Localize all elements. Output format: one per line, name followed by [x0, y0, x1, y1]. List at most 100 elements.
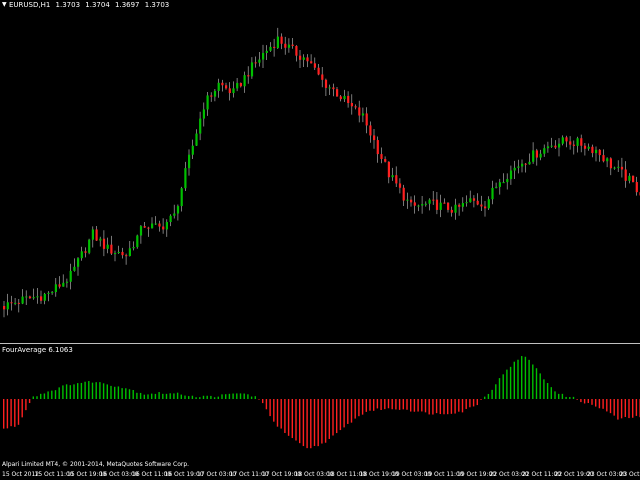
histogram-bar	[151, 393, 153, 399]
histogram-bar	[202, 395, 205, 399]
histogram-bar	[106, 384, 108, 399]
histogram-bar	[232, 393, 234, 399]
histogram-bar	[324, 399, 327, 443]
histogram-bar	[43, 393, 46, 399]
histogram-bar	[269, 399, 271, 417]
histogram-bar	[424, 399, 427, 413]
histogram-bar	[391, 399, 393, 410]
histogram-bar	[243, 393, 245, 399]
histogram-bar	[258, 399, 260, 400]
histogram-bar	[310, 399, 312, 449]
histogram-bar	[521, 356, 523, 399]
histogram-bar	[347, 399, 349, 424]
histogram-bar	[620, 399, 623, 419]
histogram-bar	[73, 384, 75, 399]
histogram-bar	[535, 368, 538, 399]
histogram-bar	[184, 395, 186, 399]
histogram-bar	[332, 399, 334, 436]
histogram-bar	[125, 388, 127, 399]
histogram-bar	[406, 399, 408, 410]
histogram-bar	[180, 394, 182, 399]
histogram-bar	[498, 378, 501, 399]
histogram-bar	[80, 382, 83, 399]
histogram-bar	[580, 399, 582, 403]
histogram-bar	[339, 399, 342, 431]
histogram-bar	[350, 399, 353, 423]
histogram-bar	[36, 396, 38, 399]
histogram-bar	[114, 386, 116, 399]
histogram-bar	[287, 399, 290, 436]
histogram-bar	[398, 399, 401, 410]
histogram-bar	[28, 399, 31, 404]
histogram-bar	[395, 399, 397, 410]
histogram-bar	[569, 397, 571, 399]
histogram-bar	[472, 399, 475, 407]
histogram-bar	[373, 399, 375, 411]
histogram-bar	[380, 399, 382, 410]
histogram-bar	[317, 399, 319, 447]
histogram-bar	[284, 399, 286, 433]
histogram-bar	[565, 396, 567, 399]
histogram-bar	[306, 399, 308, 449]
histogram-bar	[239, 393, 242, 399]
histogram-bar	[561, 393, 564, 399]
histogram-bar	[99, 382, 101, 399]
histogram-bar	[265, 399, 268, 410]
histogram-bar	[147, 394, 149, 399]
histogram-bar	[376, 399, 379, 409]
histogram-bar	[487, 393, 490, 399]
histogram-bar	[206, 395, 208, 399]
histogram-bar	[583, 399, 586, 404]
histogram-bar	[295, 399, 297, 441]
histogram-bar	[110, 385, 112, 399]
histogram-bar	[3, 399, 5, 429]
histogram-bar	[354, 399, 356, 419]
histogram-bar	[491, 389, 493, 399]
histogram-bar	[480, 399, 482, 400]
histogram-bar	[313, 399, 316, 446]
histogram-bar	[65, 384, 68, 399]
histogram-bar	[450, 399, 453, 414]
histogram-bar	[273, 399, 275, 422]
histogram-bar	[546, 383, 549, 399]
histogram-bar	[25, 399, 27, 411]
histogram-bar	[54, 390, 57, 399]
histogram-bar	[484, 396, 486, 399]
histogram-bar	[40, 393, 42, 399]
histogram-bar	[358, 399, 360, 417]
histogram-bar	[572, 396, 575, 399]
histogram-bar	[88, 381, 90, 399]
histogram-bar	[250, 396, 253, 399]
chart-window[interactable]: ▼ EURUSD,H1 1.3703 1.3704 1.3697 1.3703 …	[0, 0, 640, 480]
histogram-bar	[384, 399, 386, 410]
histogram-bar	[10, 399, 12, 427]
histogram-bar	[143, 394, 145, 399]
histogram-bar	[387, 399, 390, 409]
histogram-bar	[476, 399, 478, 406]
histogram-bar	[162, 393, 164, 399]
histogram-bar	[14, 399, 16, 427]
histogram-bar	[502, 374, 504, 399]
histogram-bar	[606, 399, 608, 412]
histogram-bar	[236, 393, 238, 399]
histogram-bar	[69, 385, 71, 399]
histogram-bar	[254, 396, 256, 399]
histogram-bar	[276, 399, 279, 427]
histogram-bar	[139, 392, 142, 399]
histogram-bar	[598, 399, 601, 409]
histogram-bar	[299, 399, 301, 444]
histogram-bar	[435, 399, 438, 414]
histogram-bar	[302, 399, 305, 447]
histogram-bar	[410, 399, 412, 412]
histogram-bar	[458, 399, 460, 412]
histogram-bar	[617, 399, 619, 420]
indicator-histogram[interactable]	[0, 0, 640, 480]
histogram-bar	[336, 399, 338, 434]
histogram-bar	[62, 385, 64, 399]
histogram-bar	[517, 359, 519, 399]
histogram-bar	[495, 384, 497, 399]
histogram-bar	[176, 392, 179, 399]
histogram-bar	[628, 399, 630, 419]
histogram-bar	[461, 399, 464, 413]
histogram-bar	[447, 399, 449, 415]
